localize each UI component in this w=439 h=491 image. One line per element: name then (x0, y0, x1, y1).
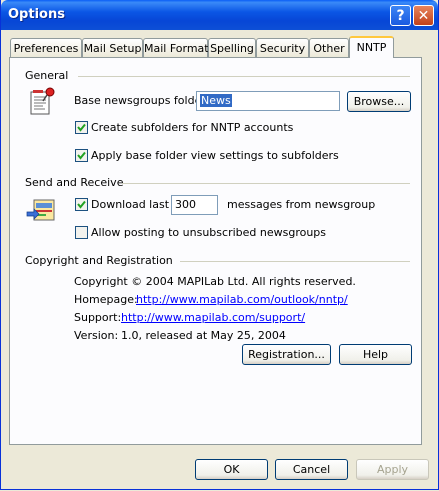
tab-mail-setup[interactable]: Mail Setup (82, 38, 143, 57)
allow-posting-label: Allow posting to unsubscribed newsgroups (91, 226, 327, 239)
tab-spelling[interactable]: Spelling (208, 38, 256, 57)
help-title-button[interactable]: ? (390, 5, 411, 26)
support-label: Support: (74, 311, 122, 324)
support-link[interactable]: http://www.mapilab.com/support/ (121, 311, 305, 324)
tab-other[interactable]: Other (309, 38, 349, 57)
create-subfolders-label: Create subfolders for NNTP accounts (91, 121, 294, 134)
base-folder-input[interactable]: News (196, 91, 340, 111)
base-folder-label: Base newsgroups folder (74, 94, 206, 107)
close-icon: ✕ (417, 8, 430, 24)
allow-posting-checkbox[interactable] (75, 226, 88, 239)
download-count-input[interactable]: 300 (171, 195, 218, 215)
newsgroup-folder-icon (30, 87, 55, 115)
homepage-link[interactable]: http://www.mapilab.com/outlook/nntp/ (136, 293, 348, 306)
homepage-label: Homepage: (74, 293, 138, 306)
checkmark-icon (77, 200, 86, 209)
create-subfolders-checkbox[interactable] (75, 121, 88, 134)
version-value: 1.0, released at May 25, 2004 (121, 329, 286, 342)
copyright-divider (180, 261, 410, 262)
version-label: Version: (74, 329, 119, 342)
tab-preferences[interactable]: Preferences (10, 38, 82, 57)
options-dialog: Options ? ✕ Preferences Mail Setup Mail … (0, 0, 439, 490)
close-button[interactable]: ✕ (413, 5, 434, 26)
copyright-text: Copyright © 2004 MAPILab Ltd. All rights… (74, 275, 356, 288)
download-last-checkbox[interactable] (75, 198, 88, 211)
checkmark-icon (77, 151, 86, 160)
download-last-label: Download last (91, 198, 170, 211)
apply-view-label: Apply base folder view settings to subfo… (91, 149, 339, 162)
general-heading: General (25, 69, 69, 82)
ok-button[interactable]: OK (195, 459, 268, 480)
send-receive-heading: Send and Receive (25, 176, 124, 189)
send-receive-divider (122, 183, 410, 184)
download-suffix-label: messages from newsgroup (227, 198, 376, 211)
registration-button[interactable]: Registration... (242, 344, 331, 365)
send-receive-icon (26, 199, 55, 221)
general-divider (78, 76, 410, 77)
nntp-panel: General Base newsgroups folder News Brow… (9, 57, 422, 445)
window-title: Options (8, 7, 65, 22)
question-icon: ? (396, 8, 405, 24)
tab-nntp[interactable]: NNTP (349, 36, 394, 58)
help-button[interactable]: Help (339, 344, 412, 365)
title-bar[interactable]: Options ? ✕ (1, 0, 438, 30)
copyright-heading: Copyright and Registration (25, 254, 173, 267)
tab-security[interactable]: Security (256, 38, 309, 57)
apply-button[interactable]: Apply (356, 459, 429, 480)
tab-mail-format[interactable]: Mail Format (143, 38, 209, 57)
apply-view-checkbox[interactable] (75, 149, 88, 162)
checkmark-icon (77, 123, 86, 132)
cancel-button[interactable]: Cancel (275, 459, 348, 480)
browse-button[interactable]: Browse... (347, 91, 411, 112)
